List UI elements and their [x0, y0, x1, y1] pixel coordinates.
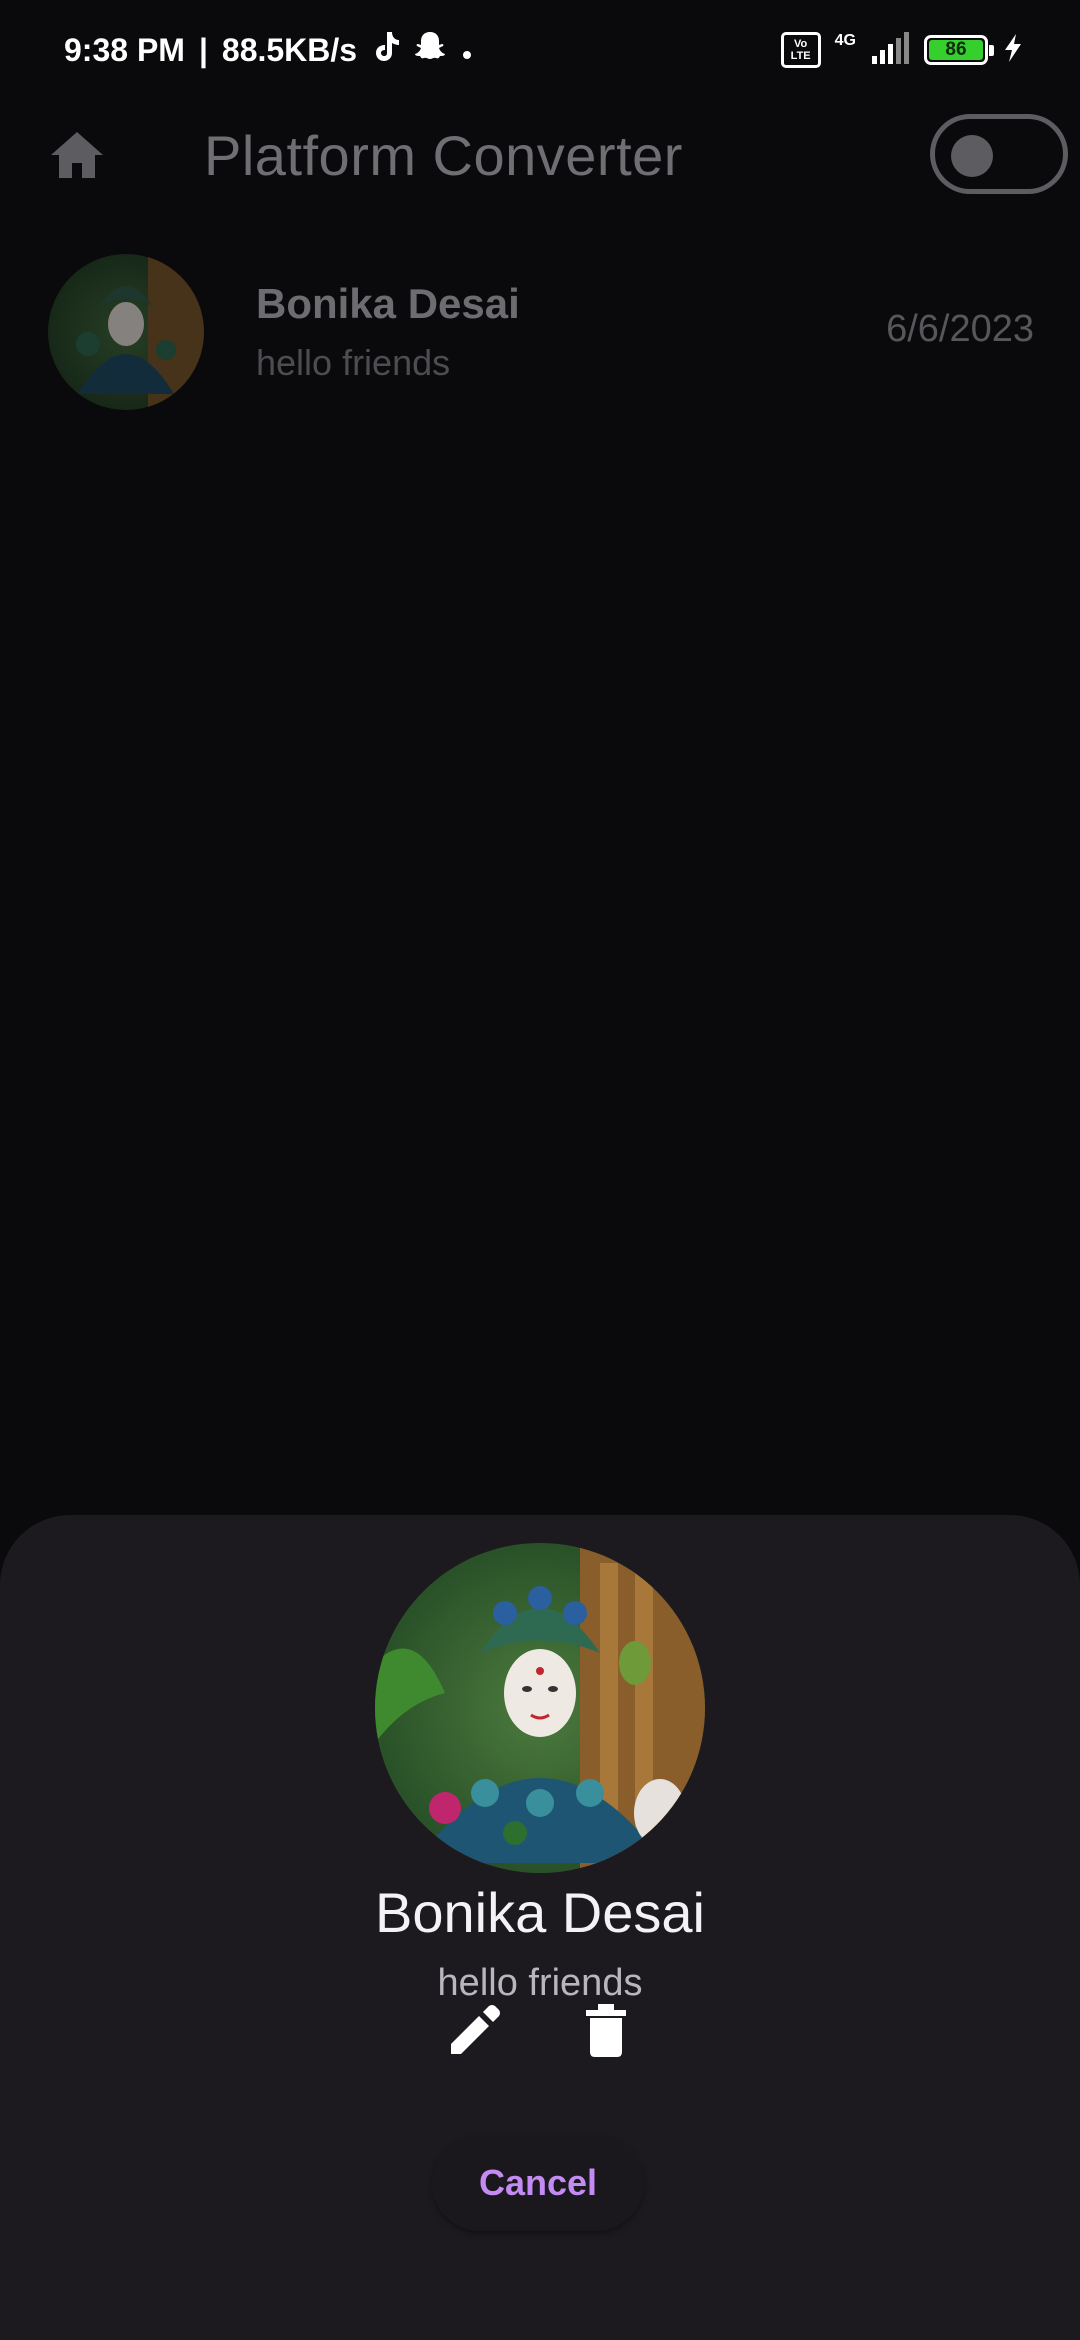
charging-icon — [1002, 32, 1024, 69]
battery-level: 86 — [929, 40, 983, 60]
status-divider: | — [198, 31, 208, 68]
status-speed: 88.5KB/s — [221, 31, 358, 68]
avatar — [48, 254, 204, 410]
list-item[interactable]: Bonika Desai hello friends 6/6/2023 — [0, 252, 1080, 412]
sheet-contact-name: Bonika Desai — [375, 1881, 705, 1944]
signal-icon — [870, 31, 910, 69]
battery-icon: 86 — [924, 35, 994, 65]
delete-icon — [586, 2004, 626, 2057]
notification-dot-icon — [461, 32, 473, 69]
tiktok-icon — [371, 30, 400, 70]
volte-label: Vo LTE — [790, 38, 811, 62]
app-bar: Platform Converter — [0, 100, 1080, 210]
status-right: Vo LTE 4G 86 — [780, 31, 1024, 69]
delete-button[interactable] — [572, 1997, 640, 2065]
status-bar: 9:38 PM | 88.5KB/s Vo LTE 4G 86 — [0, 0, 1080, 100]
battery-tip — [989, 45, 994, 56]
screen: 9:38 PM | 88.5KB/s Vo LTE 4G 86 Platform… — [0, 0, 1080, 2340]
page-title: Platform Converter — [204, 123, 683, 187]
theme-toggle[interactable] — [930, 114, 1068, 194]
edit-icon — [451, 2005, 500, 2054]
contact-name: Bonika Desai — [256, 280, 520, 327]
toggle-knob — [951, 135, 993, 177]
network-type: 4G — [834, 32, 856, 49]
contact-message: hello friends — [256, 342, 451, 383]
sheet-contact-message: hello friends — [437, 1962, 643, 2004]
snapchat-icon — [413, 30, 447, 70]
status-time: 9:38 PM — [64, 31, 185, 68]
contact-text: Bonika Desai hello friends — [256, 280, 520, 384]
status-left: 9:38 PM | 88.5KB/s — [64, 30, 473, 70]
avatar-large — [375, 1543, 705, 1873]
edit-button[interactable] — [440, 1997, 508, 2065]
home-button[interactable] — [48, 126, 106, 184]
contact-bottom-sheet: Bonika Desai hello friends Cancel — [0, 1515, 1080, 2340]
home-icon — [51, 132, 103, 178]
contact-date: 6/6/2023 — [886, 308, 1034, 350]
cancel-button[interactable]: Cancel — [432, 2135, 644, 2231]
volte-icon: Vo LTE — [780, 32, 821, 68]
